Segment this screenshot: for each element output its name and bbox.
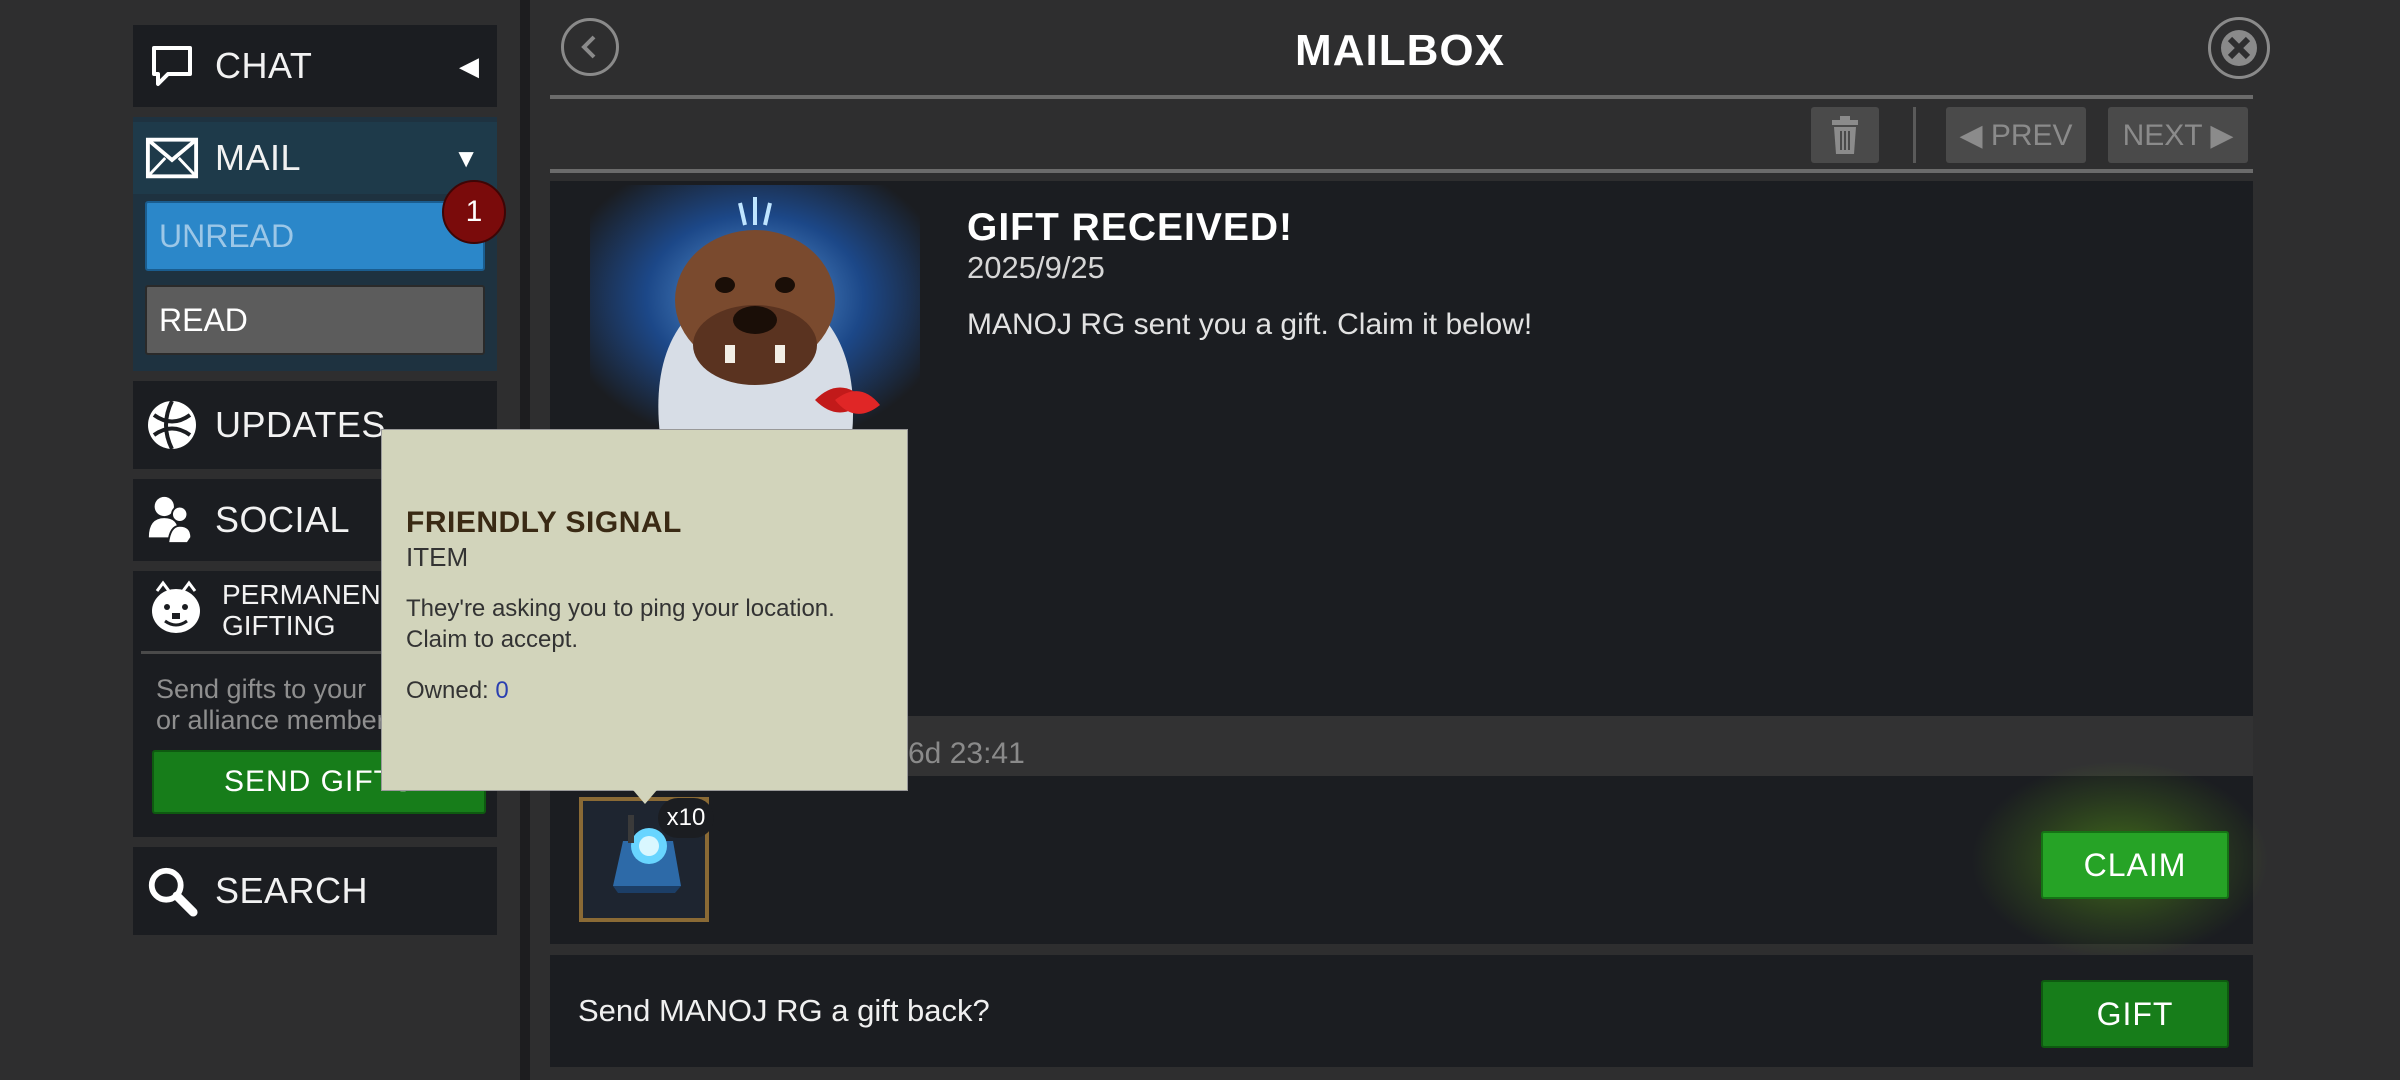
delete-button[interactable]: [1811, 107, 1879, 163]
page-title: MAILBOX: [1295, 26, 1505, 75]
close-button[interactable]: [2208, 17, 2270, 79]
read-filter-label: READ: [159, 301, 248, 338]
mail-subject: GIFT RECEIVED!: [967, 206, 1294, 249]
trash-icon: [1832, 116, 1858, 154]
unread-filter-button[interactable]: UNREAD: [145, 201, 485, 271]
bulldog-icon: [147, 579, 205, 639]
sidebar-item-label: SOCIAL: [215, 499, 351, 540]
back-button[interactable]: [561, 18, 619, 76]
expiry-timer: 6d 23:41: [908, 737, 1025, 770]
prev-label: ◀ PREV: [1959, 118, 2073, 152]
mail-body: MANOJ RG sent you a gift. Claim it below…: [967, 308, 1533, 341]
sidebar-item-chat[interactable]: CHAT ◀: [133, 25, 497, 107]
next-button[interactable]: NEXT ▶: [2108, 107, 2248, 163]
permanent-gifting-line2: GIFTING: [222, 610, 336, 641]
people-icon: [145, 493, 199, 547]
tooltip-owned: Owned: 0: [406, 677, 509, 705]
search-icon: [145, 864, 199, 918]
chevron-left-icon: [581, 35, 596, 59]
claim-button[interactable]: CLAIM: [2041, 831, 2229, 899]
tooltip-title: FRIENDLY SIGNAL: [406, 506, 682, 539]
sidebar-item-label: UPDATES: [215, 404, 386, 445]
caret-left-icon: ◀: [459, 50, 479, 81]
sidebar-item-search[interactable]: SEARCH: [133, 847, 497, 935]
reward-item-count-value: x10: [666, 804, 706, 831]
next-label: NEXT ▶: [2122, 118, 2234, 152]
permanent-gifting-title[interactable]: PERMANENT GIFTING: [222, 579, 398, 641]
gift-label: GIFT: [2096, 995, 2174, 1032]
claim-label: CLAIM: [2083, 846, 2187, 883]
tooltip-type: ITEM: [406, 542, 469, 572]
toolbar-divider: [550, 169, 2253, 173]
mail-date: 2025/9/25: [967, 250, 1105, 285]
tooltip-owned-label: Owned:: [406, 677, 489, 704]
globe-icon: [145, 398, 199, 452]
sender-portrait: [590, 185, 920, 435]
chat-bubble-icon: [145, 39, 199, 93]
unread-filter-label: UNREAD: [159, 217, 295, 254]
item-tooltip: FRIENDLY SIGNAL ITEM They're asking you …: [381, 429, 908, 791]
sidebar-item-label: SEARCH: [215, 870, 369, 911]
toolbar-separator: [1913, 107, 1916, 163]
tooltip-owned-value: 0: [495, 677, 509, 704]
tooltip-desc-line2: Claim to accept.: [406, 626, 579, 653]
tooltip-description: They're asking you to ping your location…: [406, 593, 835, 655]
envelope-icon: [145, 131, 199, 185]
permanent-gifting-line1: PERMANENT: [222, 579, 398, 610]
gifting-desc-line1: Send gifts to your: [156, 674, 367, 704]
prev-button[interactable]: ◀ PREV: [1946, 107, 2086, 163]
close-icon: [2221, 30, 2257, 66]
tooltip-pointer: [633, 790, 657, 804]
unread-count-value: 1: [465, 195, 483, 228]
gift-back-text: Send MANOJ RG a gift back?: [578, 993, 990, 1028]
sidebar-item-label: CHAT: [215, 45, 313, 86]
sidebar-item-mail[interactable]: MAIL ▼: [133, 122, 497, 194]
gifting-desc-line2: or alliance members: [156, 705, 400, 735]
gift-button[interactable]: GIFT: [2041, 980, 2229, 1048]
tooltip-desc-line1: They're asking you to ping your location…: [406, 595, 835, 622]
reward-item-count: x10: [658, 798, 714, 838]
header-divider: [550, 95, 2253, 99]
unread-count-badge: 1: [442, 180, 506, 244]
gifting-description: Send gifts to your or alliance members: [156, 674, 399, 736]
caret-down-icon: ▼: [453, 142, 479, 173]
read-filter-button[interactable]: READ: [145, 285, 485, 355]
sidebar-item-label: MAIL: [215, 137, 302, 178]
